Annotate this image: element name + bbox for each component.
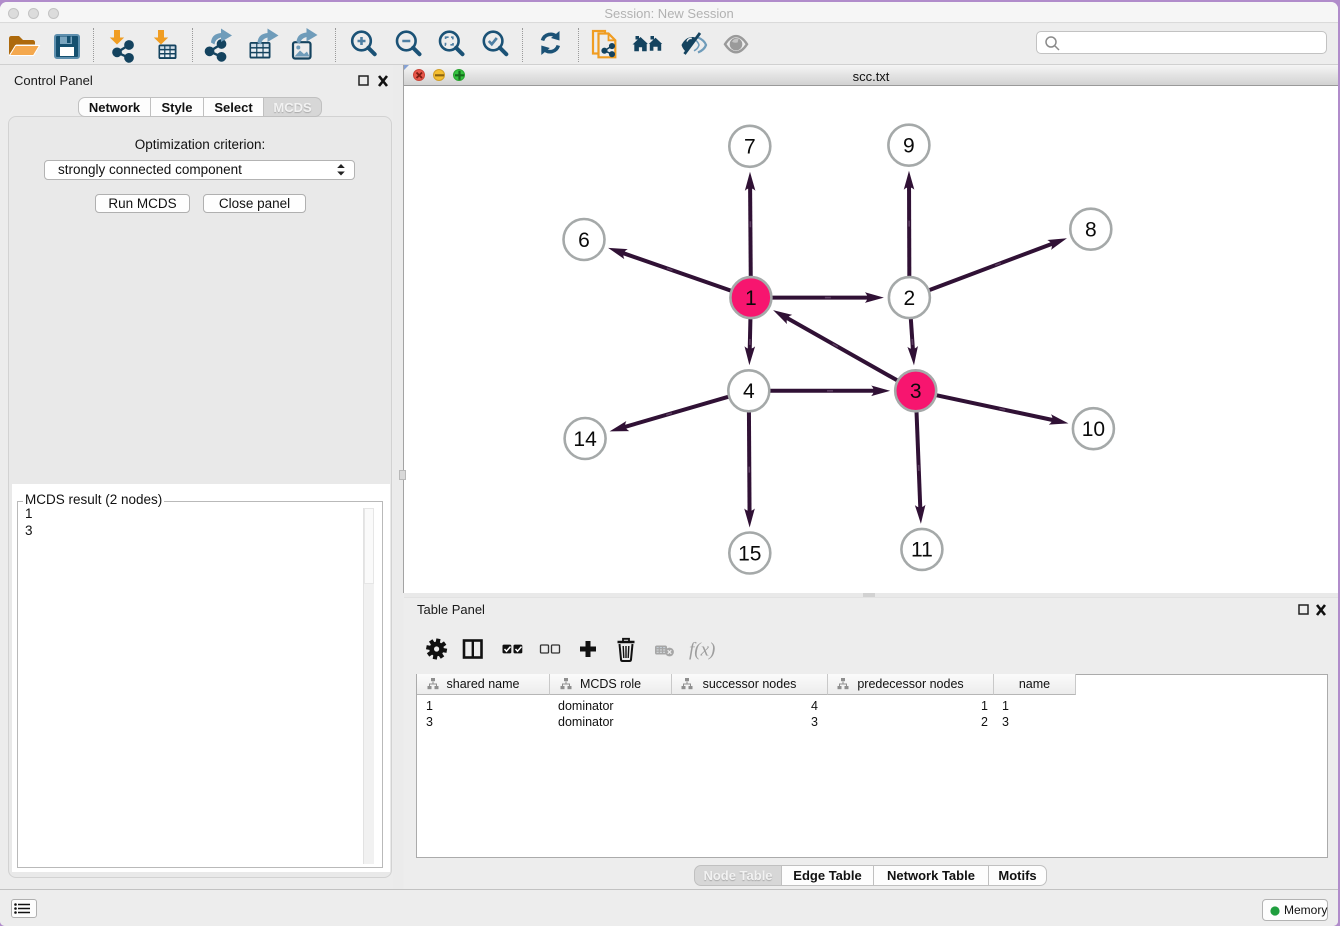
svg-text:9: 9: [903, 135, 915, 158]
svg-text:8: 8: [1085, 219, 1097, 242]
svg-text:1: 1: [745, 287, 757, 310]
svg-text:3: 3: [910, 380, 922, 403]
svg-text:4: 4: [743, 380, 755, 403]
svg-text:15: 15: [738, 542, 761, 565]
svg-text:6: 6: [578, 229, 590, 252]
svg-text:2: 2: [904, 287, 916, 310]
svg-text:7: 7: [744, 136, 756, 159]
svg-text:11: 11: [911, 539, 933, 562]
svg-text:10: 10: [1082, 418, 1105, 441]
svg-text:14: 14: [573, 428, 597, 451]
svg-text:f(x): f(x): [689, 640, 715, 661]
